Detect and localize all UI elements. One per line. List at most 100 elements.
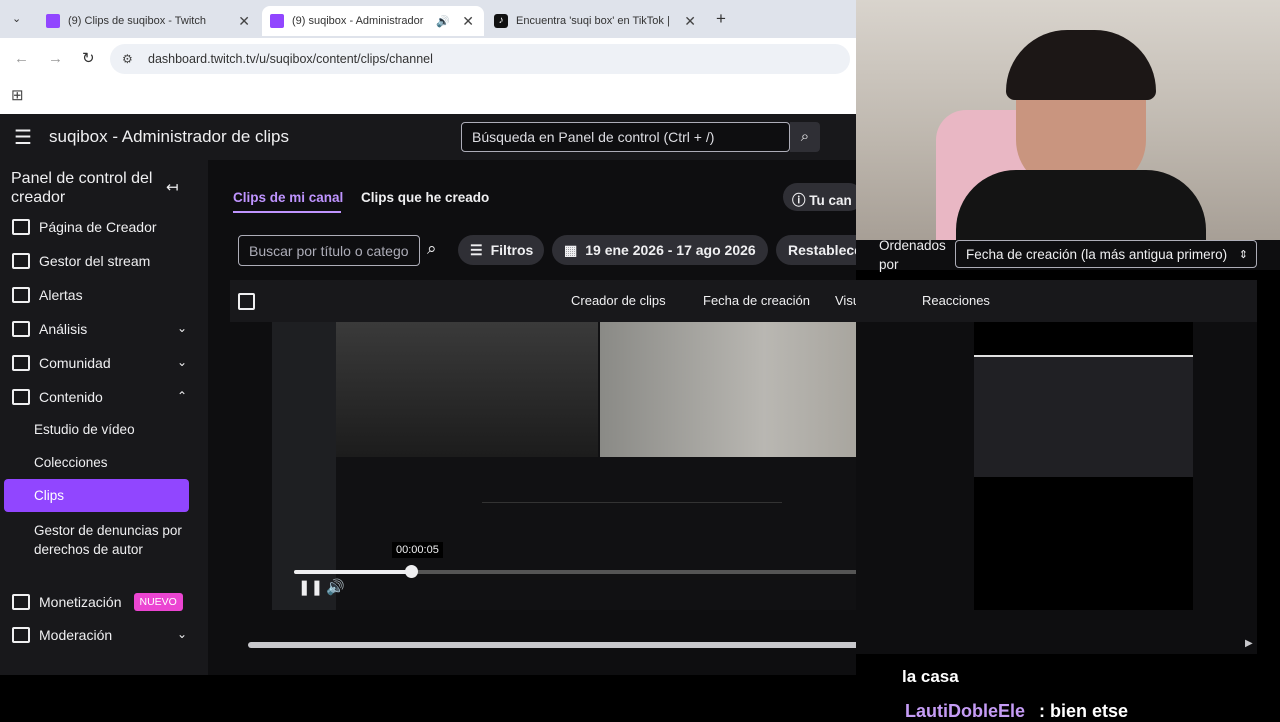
content-icon <box>12 389 30 405</box>
tab-title: (9) Clips de suqibox - Twitch <box>68 15 206 27</box>
tab-title: (9) suqibox - Administrador <box>292 15 424 27</box>
new-badge: NUEVO <box>133 593 183 611</box>
active-tab-underline <box>233 211 341 213</box>
progress-fill <box>294 570 411 574</box>
site-settings-icon[interactable]: ⚙ <box>122 44 133 74</box>
chat-line: la casa <box>902 667 959 686</box>
tab-list-chevron-icon[interactable]: ⌄ <box>12 12 21 25</box>
filters-button[interactable]: ☰ Filtros <box>458 235 544 265</box>
sidebar-subitem-copyright[interactable]: Gestor de denuncias por derechos de auto… <box>34 521 184 559</box>
date-range-label: 19 ene 2026 - 17 ago 2026 <box>585 242 756 258</box>
twitch-icon <box>270 14 284 28</box>
chat-message: : bien etse <box>1039 701 1129 721</box>
video-discord-sidebar <box>272 322 336 610</box>
video-streamer-cam <box>336 322 598 457</box>
search-placeholder: Búsqueda en Panel de control (Ctrl + /) <box>472 129 715 145</box>
tab-channel-clips[interactable]: Clips de mi canal <box>233 190 343 205</box>
sidebar-item-alerts[interactable]: Alertas <box>12 287 83 303</box>
sidebar-item-label: Gestor del stream <box>39 253 151 269</box>
clips-table-header-right <box>856 280 1257 322</box>
date-range-button[interactable]: ▦ 19 ene 2026 - 17 ago 2026 <box>552 235 768 265</box>
col-clip-creator[interactable]: Creador de clips <box>571 293 666 308</box>
close-tab-icon[interactable]: ✕ <box>238 13 250 30</box>
sidebar-item-label: Monetización <box>39 594 122 610</box>
browser-tab-tiktok[interactable]: ♪ Encuentra 'suqi box' en TikTok | ✕ <box>486 6 706 36</box>
search-icon[interactable]: ⌕ <box>427 239 437 259</box>
tiktok-icon: ♪ <box>494 14 508 28</box>
sidebar-item-label: Página de Creador <box>39 219 157 235</box>
volume-icon[interactable]: 🔊 <box>326 578 345 596</box>
sort-select[interactable]: Fecha de creación (la más antigua primer… <box>955 240 1257 268</box>
new-tab-icon[interactable]: + <box>716 9 726 29</box>
sidebar-subitem-video-studio[interactable]: Estudio de vídeo <box>34 422 135 437</box>
browser-tab-bar: ⌄ (9) Clips de suqibox - Twitch ✕ (9) su… <box>0 0 856 38</box>
url-text: dashboard.twitch.tv/u/suqibox/content/cl… <box>148 52 433 66</box>
home-icon <box>12 219 30 235</box>
chevron-down-icon: ⌄ <box>177 627 188 641</box>
tab-title: Encuentra 'suqi box' en TikTok | <box>516 15 670 27</box>
page-title: suqibox - Administrador de clips <box>49 127 290 146</box>
sort-label: Ordenados por <box>879 238 946 272</box>
sidebar-item-community[interactable]: Comunidad ⌄ <box>12 355 197 371</box>
megaphone-icon <box>12 287 30 303</box>
audio-playing-icon[interactable]: 🔊 <box>436 15 450 28</box>
sidebar-item-creator-page[interactable]: Página de Creador <box>12 219 157 235</box>
sidebar-item-moderation[interactable]: Moderación ⌄ <box>12 627 197 643</box>
sidebar-item-monetization[interactable]: Monetización NUEVO <box>12 593 183 611</box>
sword-icon <box>12 627 30 643</box>
chat-overlay: la casa LautiDobleEle : bien etse <box>856 660 1280 721</box>
thumbnail-screenshot <box>974 355 1193 477</box>
back-icon[interactable]: ← <box>14 50 29 67</box>
chevron-down-icon: ⌄ <box>177 355 188 369</box>
sidebar-subitem-clips[interactable]: Clips <box>4 479 189 512</box>
url-field[interactable]: ⚙ dashboard.twitch.tv/u/suqibox/content/… <box>110 44 850 74</box>
info-icon: ⓘ <box>792 193 806 208</box>
info-label: Tu can <box>809 193 852 208</box>
webcam-hair <box>1006 30 1156 100</box>
channel-info-button[interactable]: ⓘ Tu can <box>783 183 863 211</box>
filters-label: Filtros <box>490 242 534 258</box>
chevron-up-icon: ⌃ <box>177 389 188 403</box>
sidebar-item-analytics[interactable]: Análisis ⌄ <box>12 321 197 337</box>
sidebar-item-label: Alertas <box>39 287 83 303</box>
chevron-down-icon: ⌄ <box>177 321 188 335</box>
browser-tab-admin[interactable]: (9) suqibox - Administrador 🔊 ✕ <box>262 6 484 36</box>
sort-value: Fecha de creación (la más antigua primer… <box>966 246 1228 262</box>
sidebar-item-stream-manager[interactable]: Gestor del stream <box>12 253 150 269</box>
webcam-shirt <box>956 170 1206 240</box>
forward-icon[interactable]: → <box>48 50 63 67</box>
search-icon: ⌕ <box>800 128 810 145</box>
browser-tab-clips[interactable]: (9) Clips de suqibox - Twitch ✕ <box>38 6 260 36</box>
calendar-icon: ▦ <box>564 241 578 258</box>
broadcast-icon <box>12 253 30 269</box>
collapse-sidebar-icon[interactable]: ↤ <box>166 178 179 196</box>
search-button[interactable]: ⌕ <box>790 122 820 152</box>
reload-icon[interactable]: ↻ <box>82 49 95 67</box>
pause-icon[interactable]: ❚❚ <box>298 578 323 596</box>
chat-username: LautiDobleEle <box>905 701 1026 721</box>
sidebar-subitem-collections[interactable]: Colecciones <box>34 455 108 470</box>
menu-icon[interactable]: ☰ <box>14 125 32 150</box>
sidebar-item-label: Contenido <box>39 389 103 405</box>
sidebar-item-label: Clips <box>34 488 65 503</box>
video-guest-cam <box>600 322 874 457</box>
community-icon <box>12 355 30 371</box>
sidebar-item-content[interactable]: Contenido ⌃ <box>12 389 197 405</box>
sidebar-item-label: Análisis <box>39 321 88 337</box>
select-all-checkbox[interactable] <box>238 293 255 310</box>
sidebar-item-label: Comunidad <box>39 355 111 371</box>
content-scroll-area <box>856 640 1257 654</box>
dashboard-search-input[interactable]: Búsqueda en Panel de control (Ctrl + /) <box>461 122 790 152</box>
close-tab-icon[interactable]: ✕ <box>462 13 474 30</box>
sliders-icon: ☰ <box>470 241 483 258</box>
scroll-right-icon[interactable]: ▶ <box>1245 638 1253 649</box>
progress-handle[interactable] <box>405 565 418 578</box>
video-chat-divider <box>482 502 782 503</box>
player-time: 00:00:05 <box>392 542 443 558</box>
col-reactions[interactable]: Reacciones <box>922 293 990 308</box>
tab-my-clips[interactable]: Clips que he creado <box>361 190 489 205</box>
col-created-date[interactable]: Fecha de creación <box>703 293 810 308</box>
close-tab-icon[interactable]: ✕ <box>684 13 696 30</box>
apps-grid-icon[interactable]: ⊞ <box>11 86 24 104</box>
clip-search-input[interactable]: Buscar por título o catego <box>238 235 420 266</box>
